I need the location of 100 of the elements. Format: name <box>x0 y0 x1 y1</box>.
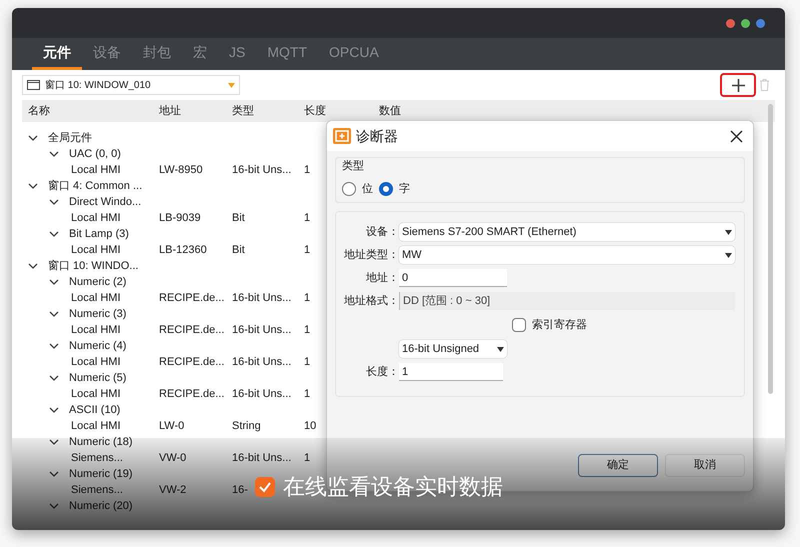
table-cell-text: 1 <box>303 451 310 466</box>
tree-node-label[interactable]: Numeric (18) <box>69 434 133 450</box>
chevron-icon[interactable] <box>28 181 38 191</box>
dropdown[interactable]: MW <box>399 246 735 264</box>
radio-label: 字 <box>399 182 410 196</box>
table-cell-text: Local HMI <box>70 163 122 178</box>
tree-node-label[interactable]: Numeric (20) <box>69 498 133 514</box>
table-cell-text: 1 <box>303 355 310 370</box>
radio-button[interactable] <box>379 182 393 196</box>
table-cell-text: 16-bit Uns... <box>231 387 292 402</box>
chevron-icon[interactable] <box>28 261 38 271</box>
chevron-icon[interactable] <box>49 277 59 287</box>
tree-node-label[interactable]: Numeric (4) <box>69 338 126 354</box>
table-cell-text: Local HMI <box>70 323 122 338</box>
dialog-app-icon <box>333 128 351 144</box>
table-cell-text: RECIPE.de... <box>158 323 226 338</box>
table-cell-text: 10 <box>303 419 316 434</box>
table-cell-text: VW-0 <box>158 451 188 466</box>
radio-button[interactable] <box>342 182 356 196</box>
tree-node-label[interactable]: Bit Lamp (3) <box>69 226 129 242</box>
column-header[interactable]: 地址 <box>153 102 226 120</box>
tree-node-label[interactable]: Numeric (2) <box>69 274 126 290</box>
dialog-button[interactable]: 取消 <box>665 454 745 477</box>
table-cell-text: 16- <box>231 483 248 498</box>
chevron-icon[interactable] <box>28 133 38 143</box>
table-cell-text: String <box>231 419 261 434</box>
tree-node-label[interactable]: Numeric (19) <box>69 466 133 482</box>
window-dropdown[interactable]: 窗口 10: WINDOW_010 <box>22 75 240 95</box>
column-header[interactable]: 名称 <box>22 102 153 120</box>
plus-icon <box>732 78 744 92</box>
table-cell-text: Local HMI <box>70 355 122 370</box>
column-header[interactable]: 类型 <box>226 102 298 120</box>
table-cell-text: Local HMI <box>70 211 122 226</box>
radio-label: 位 <box>362 182 373 196</box>
table-cell-text: LW-0 <box>158 419 186 434</box>
table-cell-text: Bit <box>231 243 245 258</box>
dropdown-caret-icon <box>725 252 732 258</box>
table-cell-text: RECIPE.de... <box>158 355 226 370</box>
dropdown[interactable]: 16-bit Unsigned <box>399 340 507 358</box>
chevron-icon[interactable] <box>49 469 59 479</box>
dropdown-caret-icon <box>228 82 235 88</box>
chevron-icon[interactable] <box>49 309 59 319</box>
window-icon <box>27 80 40 90</box>
dropdown-caret-icon <box>725 230 732 234</box>
chevron-icon[interactable] <box>49 373 59 383</box>
table-cell-text: Local HMI <box>70 291 122 306</box>
table-cell-text: VW-2 <box>158 483 188 498</box>
chevron-icon[interactable] <box>49 341 59 351</box>
chevron-icon[interactable] <box>49 405 59 415</box>
checkbox-label: 索引寄存器 <box>532 318 587 333</box>
table-cell-text: 16-bit Uns... <box>231 291 292 306</box>
group-label: 类型 <box>342 159 365 174</box>
input-field[interactable]: 0 <box>399 269 507 287</box>
table-cell-text: 16-bit Uns... <box>231 355 292 370</box>
table-cell-text: Local HMI <box>70 419 122 434</box>
tree-node-label[interactable]: 全局元件 <box>48 130 92 146</box>
tree-node-label[interactable]: UAC (0, 0) <box>69 146 121 162</box>
tab[interactable]: 元件 <box>32 38 82 70</box>
table-cell-text: Siemens... <box>70 451 124 466</box>
close-icon[interactable] <box>730 130 743 142</box>
caption-text: 在线监看设备实时数据 <box>283 474 503 502</box>
field-label: 长度： <box>365 364 399 380</box>
table-cell-text: 1 <box>303 211 310 226</box>
chevron-icon[interactable] <box>49 229 59 239</box>
dropdown[interactable]: Siemens S7-200 SMART (Ethernet) <box>399 223 735 241</box>
dialog-button[interactable]: 确定 <box>578 454 658 477</box>
table-cell-text: LB-12360 <box>158 243 208 258</box>
tree-node-label[interactable]: Numeric (3) <box>69 306 126 322</box>
table-cell-text: 16-bit Uns... <box>231 163 292 178</box>
tree-node-label[interactable]: Numeric (5) <box>69 370 126 386</box>
check-icon <box>255 477 275 497</box>
column-header[interactable]: 长度 <box>298 102 373 120</box>
table-cell-text: LB-9039 <box>158 211 202 226</box>
table-cell-text: 16-bit Uns... <box>231 451 292 466</box>
checkbox[interactable] <box>512 318 526 332</box>
tree-node-label[interactable]: ASCII (10) <box>69 402 120 418</box>
chevron-icon[interactable] <box>49 149 59 159</box>
tree-node-label[interactable]: Direct Windo... <box>69 194 142 210</box>
table-cell-text: Siemens... <box>70 483 124 498</box>
table-cell-text: 16-bit Uns... <box>231 323 292 338</box>
table-cell-text: 1 <box>303 243 310 258</box>
chevron-icon[interactable] <box>49 437 59 447</box>
scrollbar[interactable] <box>768 104 773 394</box>
dropdown-caret-icon <box>497 346 504 352</box>
chevron-icon[interactable] <box>49 197 59 207</box>
readonly-field: DD [范围 : 0 ~ 30] <box>399 292 735 310</box>
tree-node-label[interactable]: 窗口 10: WINDO... <box>48 258 138 274</box>
input-field[interactable]: 1 <box>399 363 503 381</box>
tree-node-label[interactable]: 窗口 4: Common ... <box>48 178 142 194</box>
add-button[interactable] <box>720 73 756 97</box>
table-cell-text: 1 <box>303 387 310 402</box>
table-cell-text: 1 <box>303 323 310 338</box>
table-cell-text: Local HMI <box>70 243 122 258</box>
table-cell-text: 1 <box>303 291 310 306</box>
table-cell-text: RECIPE.de... <box>158 387 226 402</box>
column-header[interactable]: 数值 <box>373 102 775 120</box>
table-cell-text: 1 <box>303 163 310 178</box>
field-label: 地址格式： <box>343 294 399 309</box>
table-cell-text: LW-8950 <box>158 163 204 178</box>
table-cell-text: RECIPE.de... <box>158 291 226 306</box>
